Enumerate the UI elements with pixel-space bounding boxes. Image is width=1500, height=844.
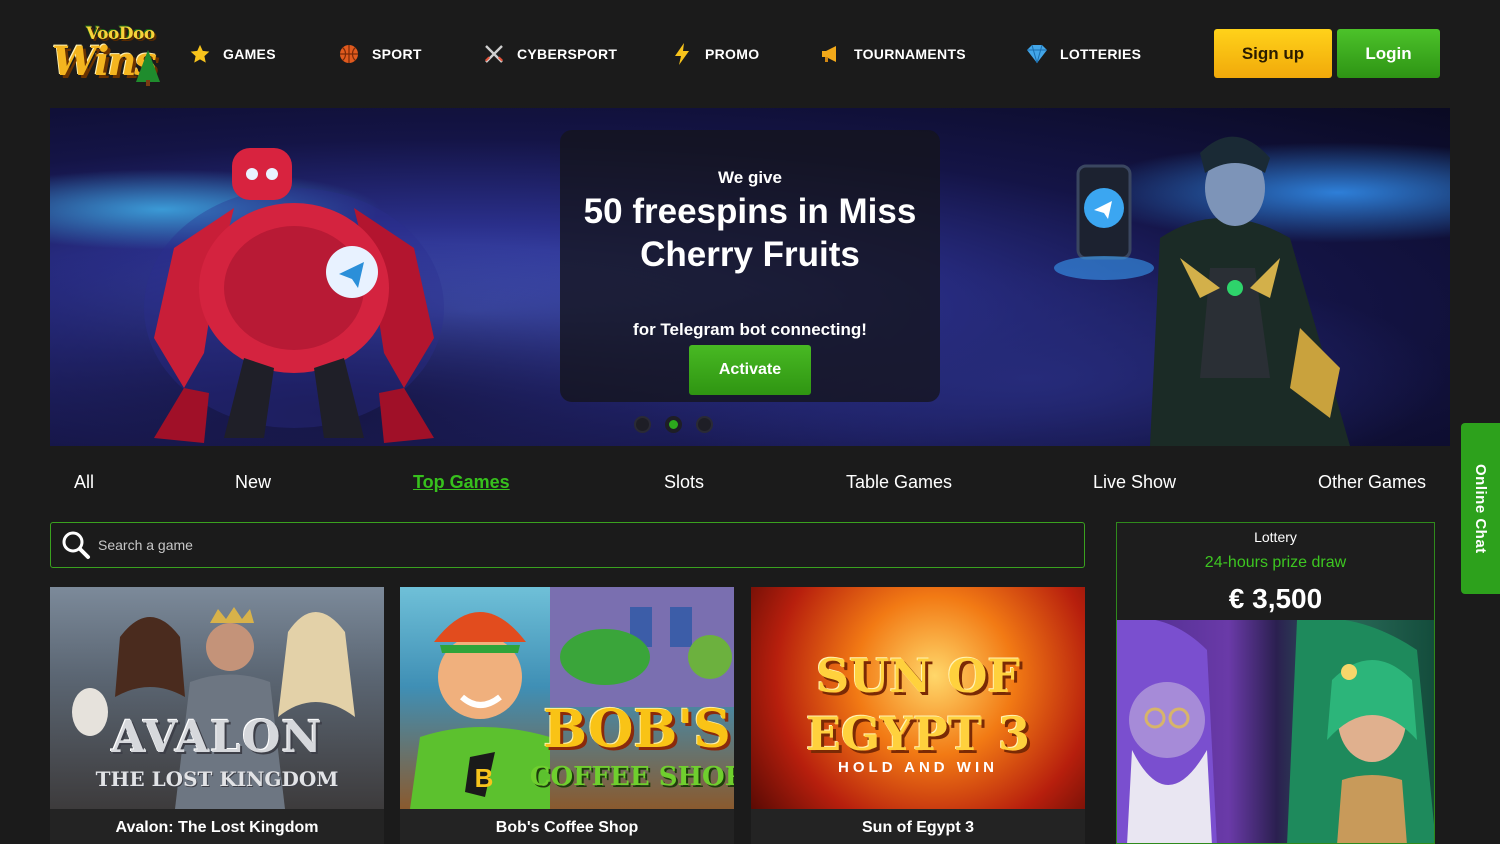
game-name: Sun of Egypt 3 (862, 819, 974, 836)
promo-banner: We give 50 freespins in Miss Cherry Frui… (50, 108, 1450, 446)
crossed-swords-icon (483, 43, 505, 65)
game-card-bobs-coffee-shop[interactable]: B BOB'S COFFEE SHOP Bob's Coffee Shop (400, 587, 734, 844)
lottery-illustration (1117, 620, 1434, 843)
game-art-title: BOB'S (543, 699, 731, 760)
carousel-dot[interactable] (634, 416, 651, 433)
nav-item-tournaments[interactable]: TOURNAMENTS (820, 42, 966, 66)
game-art-subtitle: THE LOST KINGDOM (95, 767, 339, 791)
nav-item-sport[interactable]: SPORT (338, 42, 422, 66)
promo-headline: 50 freespins in Miss Cherry Fruits (583, 192, 917, 274)
nav-label: TOURNAMENTS (854, 46, 966, 62)
signup-button[interactable]: Sign up (1214, 29, 1332, 78)
game-card-avalon[interactable]: AVALON THE LOST KINGDOM Avalon: The Lost… (50, 587, 384, 844)
search-input[interactable] (98, 537, 998, 553)
promo-subtext: for Telegram bot connecting! (633, 320, 867, 339)
villain-character-illustration (1054, 136, 1350, 446)
carousel-dot-active[interactable] (665, 416, 682, 433)
nav-label: LOTTERIES (1060, 46, 1142, 62)
login-button[interactable]: Login (1337, 29, 1440, 78)
ball-icon (338, 43, 360, 65)
nav-item-games[interactable]: GAMES (189, 42, 276, 66)
nav-item-cybersport[interactable]: CYBERSPORT (483, 42, 617, 66)
game-art-subtitle: COFFEE SHOP (529, 762, 734, 792)
lottery-title: Lottery (1254, 529, 1297, 545)
game-thumbnail: SUN OF EGYPT 3 HOLD AND WIN (751, 587, 1085, 809)
nav-label: PROMO (705, 46, 760, 62)
game-card-sun-of-egypt-3[interactable]: SUN OF EGYPT 3 HOLD AND WIN Sun of Egypt… (751, 587, 1085, 844)
logo[interactable]: VooDoo Wins (52, 24, 160, 86)
megaphone-icon (820, 43, 842, 65)
category-tab-all[interactable]: All (74, 472, 94, 493)
game-thumbnail: AVALON THE LOST KINGDOM (50, 587, 384, 809)
search-bar (50, 522, 1085, 568)
star-icon (189, 43, 211, 65)
game-art-title: SUN OF EGYPT 3 (805, 649, 1031, 761)
carousel-dot[interactable] (696, 416, 713, 433)
lottery-panel[interactable]: Lottery 24-hours prize draw € 3,500 (1116, 522, 1435, 844)
promo-small-text: We give (718, 168, 782, 187)
game-name: Bob's Coffee Shop (495, 819, 639, 836)
game-thumbnail: B BOB'S COFFEE SHOP (400, 587, 734, 809)
category-tab-top-games[interactable]: Top Games (413, 472, 510, 493)
activate-button[interactable]: Activate (689, 345, 811, 395)
gem-icon (1026, 43, 1048, 65)
game-name: Avalon: The Lost Kingdom (115, 819, 319, 836)
nav-label: SPORT (372, 46, 422, 62)
nav-item-promo[interactable]: PROMO (671, 42, 759, 66)
nav-label: GAMES (223, 46, 276, 62)
search-icon (61, 530, 91, 560)
christmas-tree-icon (136, 50, 160, 86)
category-tab-other-games[interactable]: Other Games (1318, 472, 1426, 493)
category-tab-new[interactable]: New (235, 472, 271, 493)
lottery-subtitle: 24-hours prize draw (1204, 554, 1347, 571)
category-tab-table-games[interactable]: Table Games (846, 472, 952, 493)
online-chat-tab[interactable]: Online Chat (1461, 423, 1500, 594)
category-tab-live-show[interactable]: Live Show (1093, 472, 1176, 493)
lightning-icon (671, 43, 693, 65)
lottery-prize-amount: € 3,500 (1228, 583, 1323, 614)
game-art-title: AVALON (111, 712, 323, 763)
nav-label: CYBERSPORT (517, 46, 618, 62)
online-chat-label: Online Chat (1472, 463, 1489, 554)
game-art-subtitle: HOLD AND WIN (838, 759, 998, 776)
carousel-dots (634, 416, 713, 433)
robot-character-illustration (144, 148, 444, 443)
category-tab-slots[interactable]: Slots (664, 472, 704, 493)
header: VooDoo Wins GAMES SPORT CYBERSPORT PROMO… (0, 0, 1500, 108)
nav-item-lotteries[interactable]: LOTTERIES (1026, 42, 1141, 66)
